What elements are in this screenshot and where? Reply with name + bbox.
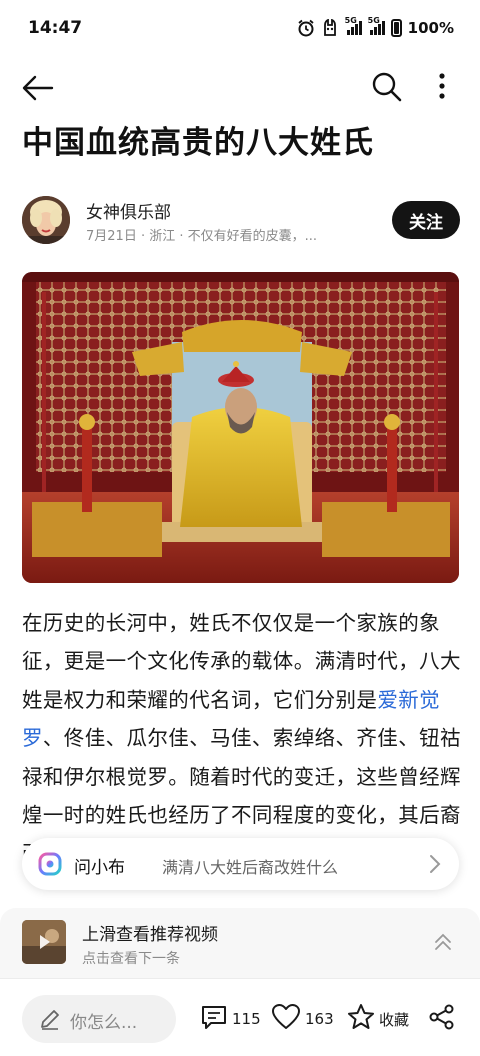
share-button[interactable] (428, 1003, 456, 1035)
top-bar (0, 60, 480, 116)
like-button[interactable]: 163 (271, 1003, 334, 1035)
recommend-video-thumbnail (22, 920, 66, 964)
favorite-button[interactable]: 收藏 (347, 1003, 409, 1035)
star-icon (347, 1003, 375, 1035)
recommend-subtitle: 点击查看下一条 (82, 951, 180, 967)
share-icon (428, 1003, 456, 1035)
pet-mode-icon (321, 19, 339, 37)
heart-icon (271, 1003, 301, 1035)
assistant-logo-icon (38, 852, 62, 876)
author-name[interactable]: 女神俱乐部 (86, 198, 171, 223)
article-title: 中国血统高贵的八大姓氏 (22, 125, 374, 161)
recommend-title: 上滑查看推荐视频 (82, 925, 218, 945)
favorite-label: 收藏 (379, 1010, 410, 1029)
bottom-action-bar: 你怎么... 115 163 收藏 (0, 978, 480, 1056)
like-count: 163 (305, 1010, 334, 1028)
ask-assistant-bar[interactable]: 问小布 满清八大姓后裔改姓什么 (22, 838, 459, 890)
signal-icon-1: 5G (345, 16, 362, 35)
comment-placeholder: 你怎么... (70, 1013, 138, 1033)
signal-icon-2: 5G (368, 16, 385, 35)
comment-button[interactable]: 115 (200, 1003, 261, 1035)
status-icons: 5G 5G 100% (297, 16, 454, 37)
author-row: 女神俱乐部 7月21日 · 浙江 · 不仅有好看的皮囊，... 关注 (22, 196, 462, 246)
status-bar: 14:47 5G 5G 100% (0, 0, 480, 56)
more-options-icon[interactable] (428, 70, 456, 104)
author-meta: 7月21日 · 浙江 · 不仅有好看的皮囊，... (86, 229, 318, 244)
recommend-video-panel[interactable]: 上滑查看推荐视频 点击查看下一条 (0, 908, 480, 978)
follow-button[interactable]: 关注 (392, 201, 460, 239)
comment-count: 115 (232, 1010, 261, 1028)
author-avatar[interactable] (22, 196, 70, 244)
assistant-name: 问小布 (74, 858, 125, 878)
chevron-right-icon (429, 853, 441, 875)
battery-percent: 100% (407, 19, 454, 37)
hero-image[interactable] (22, 272, 459, 583)
comment-input[interactable]: 你怎么... (22, 995, 176, 1043)
back-arrow-icon[interactable] (20, 72, 56, 104)
search-icon[interactable] (370, 70, 404, 104)
pen-icon (38, 1007, 62, 1031)
comment-icon (200, 1003, 228, 1035)
assistant-suggested-query: 满清八大姓后裔改姓什么 (162, 858, 339, 877)
double-chevron-up-icon[interactable] (434, 932, 452, 952)
status-time: 14:47 (28, 18, 83, 38)
alarm-icon (297, 19, 315, 37)
battery-icon (390, 19, 402, 37)
